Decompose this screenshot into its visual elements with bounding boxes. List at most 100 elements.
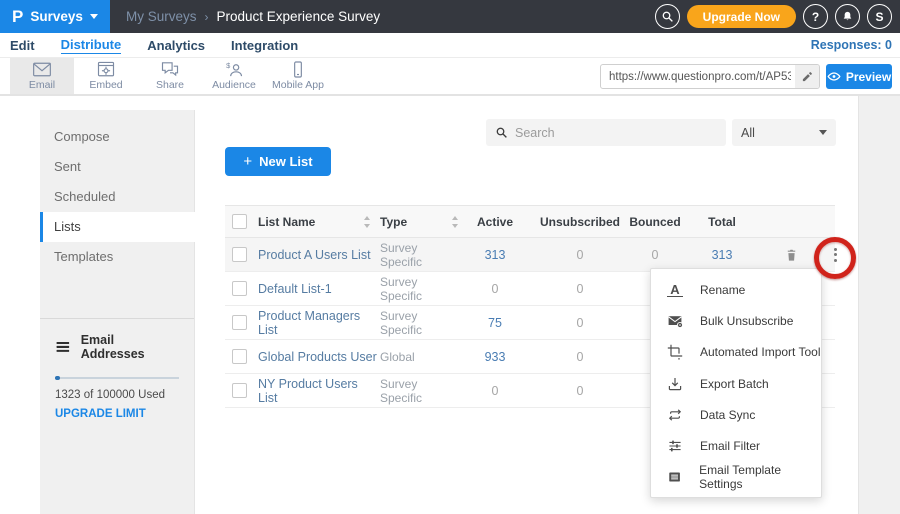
active-count[interactable]: 0 — [455, 272, 535, 305]
menu-item-bulk-unsubscribe[interactable]: Bulk Unsubscribe — [651, 305, 821, 336]
tab-share-label: Share — [156, 79, 184, 91]
table-header-row: List Name Type Active Unsubscribed Bounc… — [225, 205, 835, 238]
breadcrumb-current-survey: Product Experience Survey — [217, 9, 381, 24]
sidebar-item-compose[interactable]: Compose — [40, 122, 194, 152]
menu-item-data-sync[interactable]: Data Sync — [651, 399, 821, 430]
edit-url-button[interactable] — [795, 65, 819, 88]
unsubscribed-count: 0 — [525, 238, 635, 271]
export-batch-icon — [667, 376, 683, 392]
active-count[interactable]: 0 — [455, 374, 535, 407]
search-button[interactable] — [655, 4, 680, 29]
email-addresses-title: Email Addresses — [81, 333, 179, 361]
column-header-type[interactable]: Type — [380, 206, 455, 237]
channel-tabs: Email Embed Share $ Audience Mobile App — [10, 58, 330, 94]
sidebar-item-lists[interactable]: Lists — [40, 212, 195, 242]
list-name-link[interactable]: Global Products User — [258, 340, 378, 373]
list-type: Global — [380, 340, 455, 373]
rename-icon: A — [667, 283, 683, 297]
user-avatar[interactable]: S — [867, 4, 892, 29]
sidebar-item-templates[interactable]: Templates — [40, 242, 194, 272]
column-header-active[interactable]: Active — [455, 206, 535, 237]
menu-item-automated-import-tool[interactable]: Automated Import Tool — [651, 337, 821, 368]
usage-text: 1323 of 100000 Used — [55, 389, 179, 401]
tab-embed-label: Embed — [89, 79, 122, 91]
preview-button[interactable]: Preview — [826, 64, 892, 89]
survey-url-input[interactable] — [601, 71, 795, 83]
surveys-product-menu[interactable]: P Surveys — [0, 0, 110, 33]
total-count[interactable]: 313 — [687, 238, 757, 271]
mobile-app-icon — [288, 61, 308, 78]
sidebar-item-scheduled[interactable]: Scheduled — [40, 182, 194, 212]
tab-embed[interactable]: Embed — [74, 58, 138, 94]
row-checkbox[interactable] — [232, 349, 247, 364]
survey-url-field — [600, 64, 820, 89]
list-type: Survey Specific — [380, 306, 455, 339]
list-name-link[interactable]: Default List-1 — [258, 272, 378, 305]
search-input[interactable] — [515, 126, 705, 140]
breadcrumb: My Surveys › Product Experience Survey — [126, 9, 380, 24]
top-bar: P Surveys My Surveys › Product Experienc… — [0, 0, 900, 33]
list-name-link[interactable]: Product A Users List — [258, 238, 378, 271]
menu-item-label: Data Sync — [700, 408, 755, 422]
menu-item-label: Export Batch — [700, 377, 769, 391]
sidebar-item-sent[interactable]: Sent — [40, 152, 194, 182]
column-header-unsubscribed[interactable]: Unsubscribed — [525, 206, 635, 237]
list-search — [486, 119, 726, 146]
audience-icon: $ — [224, 61, 244, 78]
nav-item-edit[interactable]: Edit — [10, 38, 35, 53]
active-count[interactable]: 933 — [455, 340, 535, 373]
tab-email-label: Email — [29, 79, 55, 91]
row-checkbox[interactable] — [232, 281, 247, 296]
nav-item-integration[interactable]: Integration — [231, 38, 298, 53]
pencil-icon — [801, 71, 813, 83]
list-name-link[interactable]: Product Managers List — [258, 306, 378, 339]
menu-item-email-filter[interactable]: Email Filter — [651, 430, 821, 461]
notifications-button[interactable] — [835, 4, 860, 29]
bulk-unsubscribe-icon — [667, 313, 683, 329]
list-name-link[interactable]: NY Product Users List — [258, 374, 378, 407]
bell-icon — [841, 10, 854, 23]
new-list-button[interactable]: + New List — [225, 147, 331, 176]
menu-item-email-template-settings[interactable]: Email Template Settings — [651, 462, 821, 493]
breadcrumb-my-surveys[interactable]: My Surveys — [126, 9, 197, 24]
row-checkbox[interactable] — [232, 315, 247, 330]
delete-list-button[interactable] — [777, 238, 805, 271]
tab-mobile-app-label: Mobile App — [272, 79, 324, 91]
menu-item-export-batch[interactable]: Export Batch — [651, 368, 821, 399]
search-icon — [495, 126, 508, 139]
sort-icon[interactable] — [363, 206, 375, 237]
column-header-bounced[interactable]: Bounced — [620, 206, 690, 237]
column-header-list-name[interactable]: List Name — [258, 206, 378, 237]
unsubscribed-count: 0 — [525, 272, 635, 305]
unsubscribed-count: 0 — [525, 306, 635, 339]
tab-share[interactable]: Share — [138, 58, 202, 94]
select-all-checkbox[interactable] — [232, 214, 247, 229]
nav-item-analytics[interactable]: Analytics — [147, 38, 205, 53]
unsubscribed-count: 0 — [525, 374, 635, 407]
active-count[interactable]: 313 — [455, 238, 535, 271]
row-checkbox[interactable] — [232, 383, 247, 398]
tab-email[interactable]: Email — [10, 58, 74, 94]
surveys-menu-label: Surveys — [30, 9, 83, 24]
tab-mobile-app[interactable]: Mobile App — [266, 58, 330, 94]
eye-icon — [827, 71, 841, 82]
right-gutter — [858, 96, 900, 514]
menu-item-label: Email Template Settings — [699, 463, 821, 491]
list-type: Survey Specific — [380, 238, 455, 271]
responses-count: Responses: 0 — [811, 38, 892, 52]
active-count[interactable]: 75 — [455, 306, 535, 339]
help-button[interactable]: ? — [803, 4, 828, 29]
upgrade-limit-link[interactable]: UPGRADE LIMIT — [55, 408, 179, 420]
table-row[interactable]: Product A Users List Survey Specific 313… — [225, 238, 835, 272]
upgrade-now-button[interactable]: Upgrade Now — [687, 5, 796, 28]
menu-item-rename[interactable]: A Rename — [651, 274, 821, 305]
row-actions-context-menu: A Rename Bulk Unsubscribe Automated Impo… — [650, 268, 822, 498]
embed-icon — [96, 61, 116, 78]
tab-audience[interactable]: $ Audience — [202, 58, 266, 94]
list-filter-dropdown[interactable]: All — [732, 119, 836, 146]
list-lines-icon — [55, 339, 71, 355]
row-checkbox[interactable] — [232, 247, 247, 262]
unsubscribed-count: 0 — [525, 340, 635, 373]
nav-item-distribute[interactable]: Distribute — [61, 37, 122, 54]
column-header-total[interactable]: Total — [687, 206, 757, 237]
